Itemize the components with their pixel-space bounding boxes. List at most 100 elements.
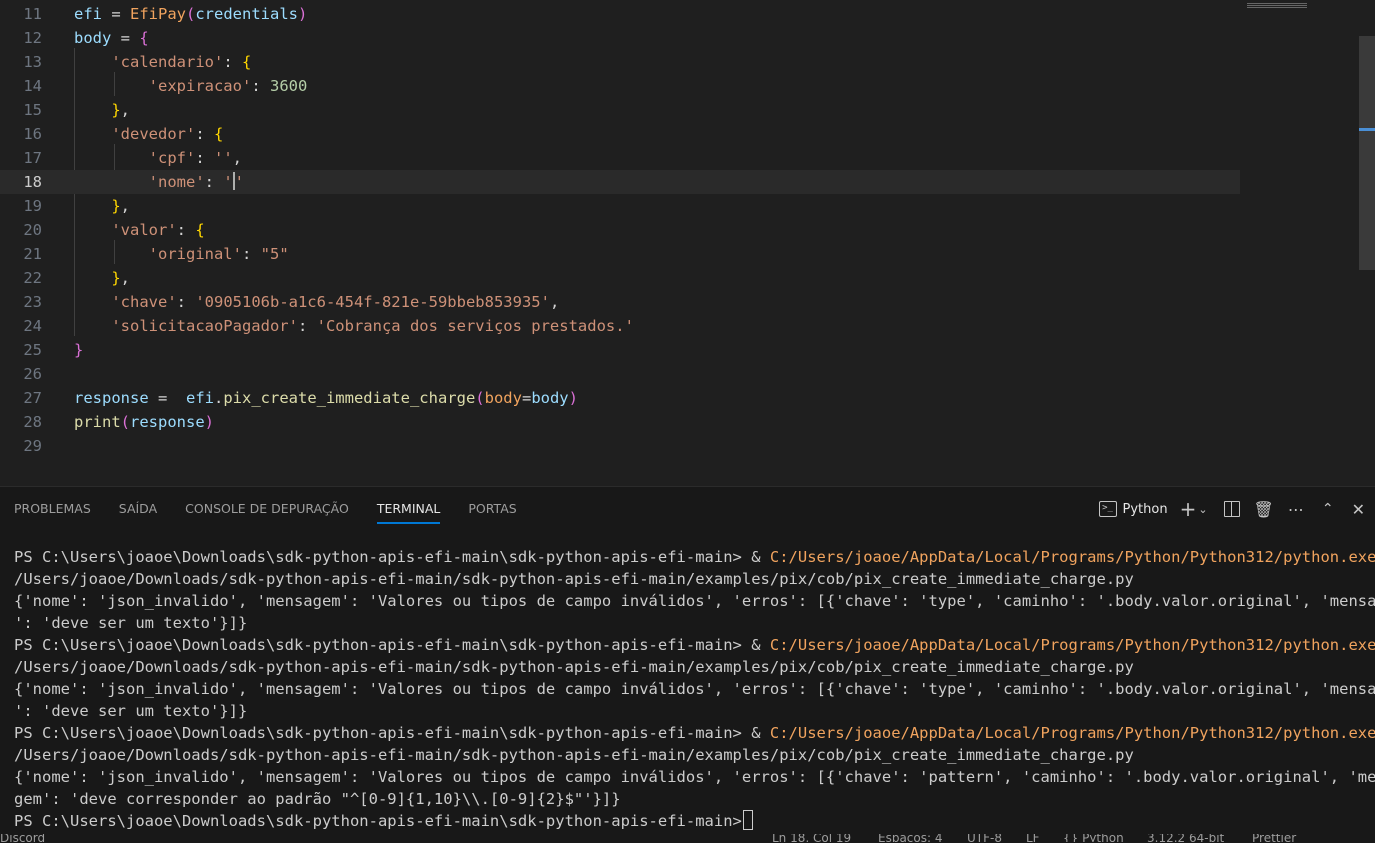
code-token: = bbox=[148, 389, 186, 407]
terminal-icon: >_ bbox=[1098, 501, 1117, 517]
code-token: 'cpf' bbox=[148, 149, 196, 167]
code-token: print bbox=[74, 413, 121, 431]
code-token: EfiPay bbox=[130, 5, 186, 23]
code-line[interactable]: 28 print(response) bbox=[0, 410, 1240, 434]
code-token: body bbox=[74, 29, 112, 47]
panel-tabs: PROBLEMAS SAÍDA CONSOLE DE DEPURAÇÃO TER… bbox=[0, 487, 531, 531]
code-token: { bbox=[214, 125, 224, 143]
code-token: : bbox=[176, 221, 196, 239]
terminal-line: {'nome': 'json_invalido', 'mensagem': 'V… bbox=[14, 678, 1375, 700]
code-line[interactable]: 21 'original': "5" bbox=[0, 242, 1240, 266]
code-line[interactable]: 29 bbox=[0, 434, 1240, 458]
code-line[interactable]: 22 }, bbox=[0, 266, 1240, 290]
terminal-text: {'nome': 'json_invalido', 'mensagem': 'V… bbox=[14, 768, 1375, 786]
bottom-panel: PROBLEMAS SAÍDA CONSOLE DE DEPURAÇÃO TER… bbox=[0, 486, 1375, 843]
code-token: ) bbox=[204, 413, 215, 431]
terminal-selector[interactable]: >_ Python bbox=[1098, 497, 1168, 521]
code-line[interactable]: 16 'devedor': { bbox=[0, 122, 1240, 146]
terminal-name: Python bbox=[1122, 501, 1168, 517]
line-number: 12 bbox=[23, 29, 42, 47]
terminal-text: PS C:\Users\joaoe\Downloads\sdk-python-a… bbox=[14, 548, 770, 566]
code-text: }, bbox=[74, 266, 130, 290]
code-line[interactable]: 14 'expiracao': 3600 bbox=[0, 74, 1240, 98]
code-token: ( bbox=[186, 5, 196, 23]
code-line[interactable]: 24 'solicitacaoPagador': 'Cobrança dos s… bbox=[0, 314, 1240, 338]
code-text: efi = EfiPay(credentials) bbox=[74, 2, 307, 26]
code-line[interactable]: 26 bbox=[0, 362, 1240, 386]
panel-actions: >_ Python + ⌄ 🗑 ⋯ ⌃ ✕ bbox=[1093, 487, 1365, 531]
status-language[interactable]: {} Python bbox=[1063, 834, 1124, 842]
code-token: pix_create_immediate_charge bbox=[223, 389, 476, 407]
tab-saida[interactable]: SAÍDA bbox=[105, 487, 171, 531]
code-token: ) bbox=[568, 389, 578, 407]
code-text: 'valor': { bbox=[74, 218, 204, 242]
code-token: , bbox=[549, 293, 560, 311]
code-line[interactable]: 13 'calendario': { bbox=[0, 50, 1240, 74]
tab-console-depuracao[interactable]: CONSOLE DE DEPURAÇÃO bbox=[171, 487, 363, 531]
new-terminal-button[interactable]: + bbox=[1180, 497, 1197, 521]
tab-portas[interactable]: PORTAS bbox=[454, 487, 530, 531]
code-line[interactable]: 12 body = { bbox=[0, 26, 1240, 50]
tab-terminal[interactable]: TERMINAL bbox=[363, 487, 455, 531]
code-token: } bbox=[74, 341, 84, 359]
code-token: efi bbox=[185, 389, 214, 407]
minimap[interactable] bbox=[1247, 3, 1307, 9]
editor-scrollbar-thumb[interactable] bbox=[1359, 36, 1375, 270]
code-line[interactable]: 23 'chave': '0905106b-a1c6-454f-821e-59b… bbox=[0, 290, 1240, 314]
code-token: : bbox=[204, 173, 224, 191]
status-cursor-position[interactable]: Ln 18, Col 19 bbox=[772, 834, 851, 842]
close-icon: ✕ bbox=[1351, 499, 1365, 519]
kill-terminal-button[interactable]: 🗑 bbox=[1254, 497, 1274, 521]
code-editor[interactable]: 11 efi = EfiPay(credentials) 12 body = {13 … bbox=[0, 0, 1375, 486]
more-actions-button[interactable]: ⋯ bbox=[1288, 497, 1304, 521]
terminal-text: gem': 'deve corresponder ao padrão "^[0-… bbox=[14, 790, 621, 808]
tab-problemas[interactable]: PROBLEMAS bbox=[0, 487, 105, 531]
code-token: . bbox=[213, 389, 224, 407]
code-token: { bbox=[139, 29, 149, 47]
terminal-line: PS C:\Users\joaoe\Downloads\sdk-python-a… bbox=[14, 634, 1375, 656]
terminal-line: /Users/joaoe/Downloads/sdk-python-apis-e… bbox=[14, 568, 1363, 590]
status-left[interactable]: Discord bbox=[0, 834, 45, 842]
code-line[interactable]: 11 efi = EfiPay(credentials) bbox=[0, 2, 1240, 26]
code-text: }, bbox=[74, 98, 130, 122]
line-number: 16 bbox=[23, 125, 42, 143]
code-line[interactable]: 25} bbox=[0, 338, 1240, 362]
terminal-line: /Users/joaoe/Downloads/sdk-python-apis-e… bbox=[14, 656, 1363, 678]
line-number: 29 bbox=[23, 437, 42, 455]
code-token: , bbox=[232, 149, 243, 167]
code-text: 'nome': ' ' bbox=[74, 170, 244, 194]
code-text: 'calendario': { bbox=[74, 50, 251, 74]
chevron-down-icon: ⌄ bbox=[1198, 502, 1208, 516]
code-line[interactable]: 18 'nome': ' ' bbox=[0, 170, 1240, 194]
code-line[interactable]: 19 }, bbox=[0, 194, 1240, 218]
status-indentation[interactable]: Espaços: 4 bbox=[878, 834, 943, 842]
split-terminal-button[interactable] bbox=[1223, 497, 1240, 521]
terminal-line: {'nome': 'json_invalido', 'mensagem': 'V… bbox=[14, 766, 1375, 788]
status-interpreter[interactable]: 3.12.2 64-bit bbox=[1147, 834, 1224, 842]
line-number: 17 bbox=[23, 149, 42, 167]
code-line[interactable]: 20 'valor': { bbox=[0, 218, 1240, 242]
terminal-output[interactable]: PS C:\Users\joaoe\Downloads\sdk-python-a… bbox=[14, 546, 1375, 832]
terminal-text: PS C:\Users\joaoe\Downloads\sdk-python-a… bbox=[14, 636, 770, 654]
code-token: body bbox=[484, 389, 522, 407]
code-token: body bbox=[531, 389, 569, 407]
close-panel-button[interactable]: ✕ bbox=[1352, 497, 1365, 521]
code-line[interactable]: 15 }, bbox=[0, 98, 1240, 122]
status-encoding[interactable]: UTF-8 bbox=[967, 834, 1002, 842]
code-token: 3600 bbox=[269, 77, 308, 95]
code-token: credentials bbox=[195, 5, 298, 23]
maximize-panel-button[interactable]: ⌃ bbox=[1322, 497, 1334, 521]
code-token: response bbox=[130, 413, 205, 431]
terminal-text: ': 'deve ser um texto'}]} bbox=[14, 702, 248, 720]
code-line[interactable]: 17 'cpf': '', bbox=[0, 146, 1240, 170]
code-line[interactable]: 27 response = efi.pix_create_immediate_ch… bbox=[0, 386, 1240, 410]
status-eol[interactable]: LF bbox=[1026, 834, 1040, 842]
code-token: : bbox=[176, 293, 196, 311]
terminal-dropdown-button[interactable]: ⌄ bbox=[1198, 497, 1207, 521]
code-text: print(response) bbox=[74, 410, 214, 434]
status-formatter[interactable]: Prettier bbox=[1252, 834, 1296, 842]
